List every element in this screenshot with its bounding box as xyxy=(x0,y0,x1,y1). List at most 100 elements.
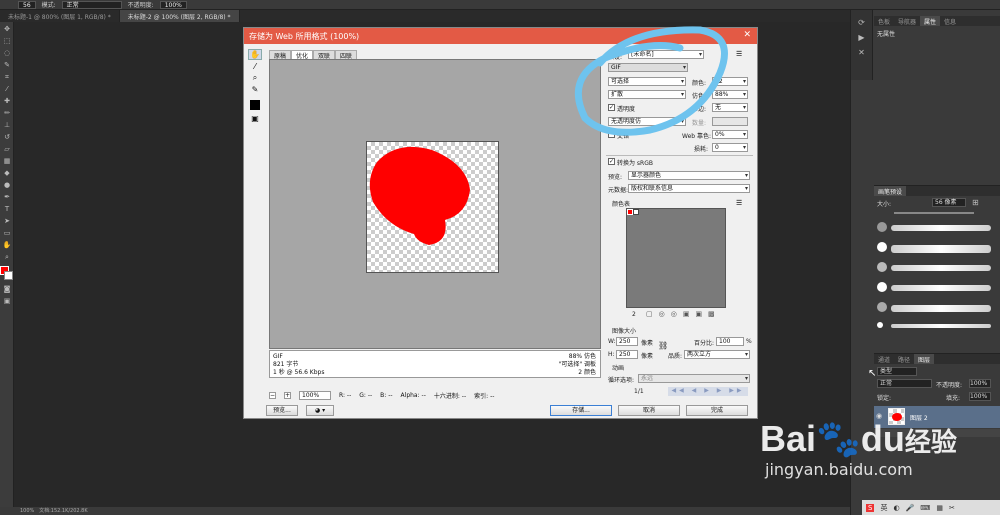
preview-canvas[interactable] xyxy=(366,141,499,273)
layer-filter-kind[interactable]: 类型 xyxy=(877,367,917,376)
percent-field[interactable]: 100 xyxy=(716,337,744,346)
toggle-slices-icon[interactable]: ▣ xyxy=(248,114,262,123)
tab-channels[interactable]: 通道 xyxy=(874,354,894,364)
tools-panel-icon[interactable]: ✕ xyxy=(851,48,872,57)
brush-size-field[interactable]: 56 xyxy=(18,0,36,9)
healing-tool-icon[interactable]: ✚ xyxy=(1,96,13,106)
metadata-select[interactable]: 版权和联系信息 xyxy=(628,184,750,193)
tab-navigator[interactable]: 导航器 xyxy=(894,16,920,26)
hand-tool-icon[interactable]: ✋ xyxy=(248,49,262,60)
quick-mask-icon[interactable]: ◙ xyxy=(1,284,13,294)
brush-size-slider[interactable] xyxy=(894,212,974,214)
save-button[interactable]: 存储... xyxy=(550,405,612,416)
width-field[interactable]: 250 xyxy=(616,337,638,346)
blur-tool-icon[interactable]: ◆ xyxy=(1,168,13,178)
height-field[interactable]: 250 xyxy=(616,350,638,359)
quality-select[interactable]: 两次立方 xyxy=(684,350,750,359)
shape-tool-icon[interactable]: ▭ xyxy=(1,228,13,238)
zoom-select[interactable]: 100% xyxy=(299,390,331,400)
history-panel-icon[interactable]: ⟳ xyxy=(851,18,872,27)
path-select-tool-icon[interactable]: ➤ xyxy=(1,216,13,226)
brush-list[interactable] xyxy=(874,216,1000,356)
loop-label: 循环选项: xyxy=(608,377,635,384)
tray-icon[interactable]: ✂ xyxy=(949,504,955,512)
convert-srgb-checkbox[interactable]: ✓ xyxy=(608,158,615,165)
hand-tool-icon[interactable]: ✋ xyxy=(1,240,13,250)
type-tool-icon[interactable]: T xyxy=(1,204,13,214)
brush-tool-icon[interactable]: ✏ xyxy=(1,108,13,118)
tab-brush-presets[interactable]: 画笔预设 xyxy=(874,186,907,196)
link-proportions-icon[interactable]: ⛓ xyxy=(658,341,668,350)
color-table-menu-icon[interactable]: ☰ xyxy=(736,199,742,207)
brush-stroke xyxy=(891,305,991,312)
crop-tool-icon[interactable]: ⌗ xyxy=(1,72,13,82)
tab-properties[interactable]: 属性 xyxy=(920,16,941,26)
stamp-tool-icon[interactable]: ⊥ xyxy=(1,120,13,130)
cancel-button[interactable]: 取消 xyxy=(618,405,680,416)
brush-tip-icon[interactable] xyxy=(877,262,887,272)
history-brush-icon[interactable]: ↺ xyxy=(1,132,13,142)
info-left: GIF 821 字节 1 秒 @ 56.6 Kbps xyxy=(273,353,324,377)
fill-field[interactable]: 100% xyxy=(969,392,991,401)
color-swatch[interactable] xyxy=(633,209,639,215)
brush-tip-icon[interactable] xyxy=(877,322,883,328)
brush-size-field[interactable]: 56 像素 xyxy=(932,198,966,207)
mode-select[interactable]: 正常 xyxy=(61,0,122,9)
blend-mode-select[interactable]: 正常 xyxy=(877,379,932,388)
marquee-tool-icon[interactable]: ⬚ xyxy=(1,36,13,46)
slice-select-icon[interactable]: ⁄ xyxy=(248,62,262,71)
tray-icon[interactable]: 🎤 xyxy=(906,504,915,512)
tray-icon[interactable]: ⌨ xyxy=(920,504,930,512)
doc-tab-1[interactable]: 未标题-1 @ 800% (图层 1, RGB/8) * xyxy=(0,10,120,22)
status-zoom: 100% xyxy=(20,508,35,514)
doc-tab-2[interactable]: 未标题-2 @ 100% (图层 2, RGB/8) * xyxy=(119,10,240,22)
zoom-tool-icon[interactable]: ⌕ xyxy=(1,252,13,262)
dodge-tool-icon[interactable]: ● xyxy=(1,180,13,190)
info-palette: "可选择" 调板 xyxy=(558,361,596,368)
brush-tip-icon[interactable] xyxy=(877,302,887,312)
loop-select[interactable]: 永远 xyxy=(638,374,750,383)
tray-icon[interactable]: ▦ xyxy=(936,504,943,512)
brush-tip-icon[interactable] xyxy=(877,222,887,232)
eraser-tool-icon[interactable]: ▱ xyxy=(1,144,13,154)
new-preset-icon[interactable]: ⊞ xyxy=(972,198,979,207)
color-table-tools[interactable]: ▢◎◎▣▣▩ xyxy=(646,310,721,318)
quick-select-tool-icon[interactable]: ✎ xyxy=(1,60,13,70)
tab-layers[interactable]: 图层 xyxy=(914,354,935,364)
lasso-tool-icon[interactable]: ◌ xyxy=(1,48,13,58)
opacity-field[interactable]: 100% xyxy=(159,0,187,9)
preview-info: GIF 821 字节 1 秒 @ 56.6 Kbps 88% 仿色 "可选择" … xyxy=(269,350,601,378)
pen-tool-icon[interactable]: ✒ xyxy=(1,192,13,202)
blue-annotation-scribble xyxy=(574,26,728,136)
animation-controls[interactable]: ◀◀ ◀ ▶ ▶ ▶▶ xyxy=(668,387,748,396)
percent-sign: % xyxy=(746,338,752,345)
color-swatches[interactable] xyxy=(0,266,13,282)
status-bar: 100% 文档:152.1K/202.8K xyxy=(0,507,850,515)
eyedropper-tool-icon[interactable]: ⁄ xyxy=(1,84,13,94)
zoom-tool-icon[interactable]: ⌕ xyxy=(248,73,262,83)
gradient-tool-icon[interactable]: ▦ xyxy=(1,156,13,166)
actions-panel-icon[interactable]: ▶ xyxy=(851,33,872,42)
browser-select-button[interactable]: ◕ ▾ xyxy=(306,405,334,416)
tab-swatches[interactable]: 色板 xyxy=(874,16,894,26)
tab-info[interactable]: 信息 xyxy=(940,16,960,26)
move-tool-icon[interactable]: ✥ xyxy=(1,24,13,34)
color-table[interactable] xyxy=(626,208,726,308)
tray-icon[interactable]: ◐ xyxy=(893,504,899,512)
layer-opacity-field[interactable]: 100% xyxy=(969,379,991,388)
zoom-in-icon[interactable]: + xyxy=(284,391,291,399)
brush-tip-icon[interactable] xyxy=(877,282,887,292)
ime-icon[interactable]: S xyxy=(866,503,875,512)
done-button[interactable]: 完成 xyxy=(686,405,748,416)
preview-select[interactable]: 显示器颜色 xyxy=(628,171,750,180)
brush-tip-icon[interactable] xyxy=(877,242,887,252)
preview-area[interactable] xyxy=(269,59,601,349)
zoom-out-icon[interactable]: − xyxy=(269,391,276,399)
tab-paths[interactable]: 路径 xyxy=(894,354,914,364)
preview-button[interactable]: 预览... xyxy=(266,405,298,416)
tray-icon[interactable]: 英 xyxy=(880,503,887,513)
eyedropper-color-swatch[interactable] xyxy=(250,100,260,110)
eyedropper-icon[interactable]: ✎ xyxy=(248,85,262,94)
screen-mode-icon[interactable]: ▣ xyxy=(1,296,13,306)
background-color-swatch[interactable] xyxy=(4,271,13,280)
